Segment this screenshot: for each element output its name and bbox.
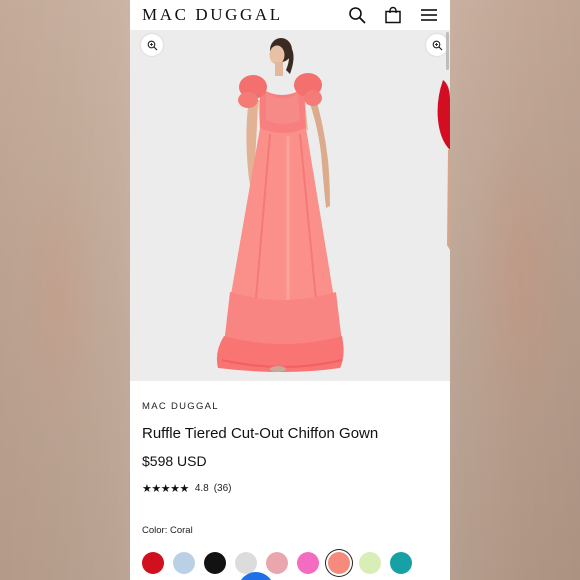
color-swatch[interactable] xyxy=(142,552,164,574)
header-actions xyxy=(346,4,440,26)
background-blur-left xyxy=(0,0,130,580)
zoom-in-icon[interactable] xyxy=(426,34,448,56)
site-header: MAC DUGGAL xyxy=(130,0,450,30)
search-icon[interactable] xyxy=(346,4,368,26)
product-image xyxy=(216,38,450,372)
star-rating-icon: ★★★★★ xyxy=(142,483,189,495)
color-swatch[interactable] xyxy=(173,552,195,574)
scrollbar[interactable] xyxy=(446,32,449,70)
brand-logo[interactable]: MAC DUGGAL xyxy=(142,5,283,25)
background-blur-right xyxy=(450,0,580,580)
product-image-gallery[interactable] xyxy=(130,30,450,381)
color-swatch[interactable] xyxy=(297,552,319,574)
color-swatch[interactable] xyxy=(235,552,257,574)
review-count: (36) xyxy=(213,483,232,494)
color-swatches xyxy=(142,552,438,574)
color-swatch[interactable] xyxy=(390,552,412,574)
product-rating[interactable]: ★★★★★ 4.8 (36) xyxy=(142,482,438,495)
hamburger-menu-icon[interactable] xyxy=(418,4,440,26)
shopping-bag-icon[interactable] xyxy=(382,4,404,26)
color-swatch[interactable] xyxy=(266,552,288,574)
product-price: $598 USD xyxy=(142,453,207,469)
product-brand[interactable]: MAC DUGGAL xyxy=(142,401,438,412)
color-swatch[interactable] xyxy=(204,552,226,574)
color-swatch[interactable] xyxy=(359,552,381,574)
zoom-in-icon[interactable] xyxy=(141,34,163,56)
product-page: MAC DUGGAL MAC DUGGAL Ruffle Tiered Cut-… xyxy=(130,0,450,580)
color-label: Color: Coral xyxy=(142,525,193,536)
product-title: Ruffle Tiered Cut-Out Chiffon Gown xyxy=(142,425,379,442)
product-info: MAC DUGGAL Ruffle Tiered Cut-Out Chiffon… xyxy=(130,381,450,574)
color-swatch[interactable] xyxy=(328,552,350,574)
rating-value: 4.8 xyxy=(194,483,209,494)
